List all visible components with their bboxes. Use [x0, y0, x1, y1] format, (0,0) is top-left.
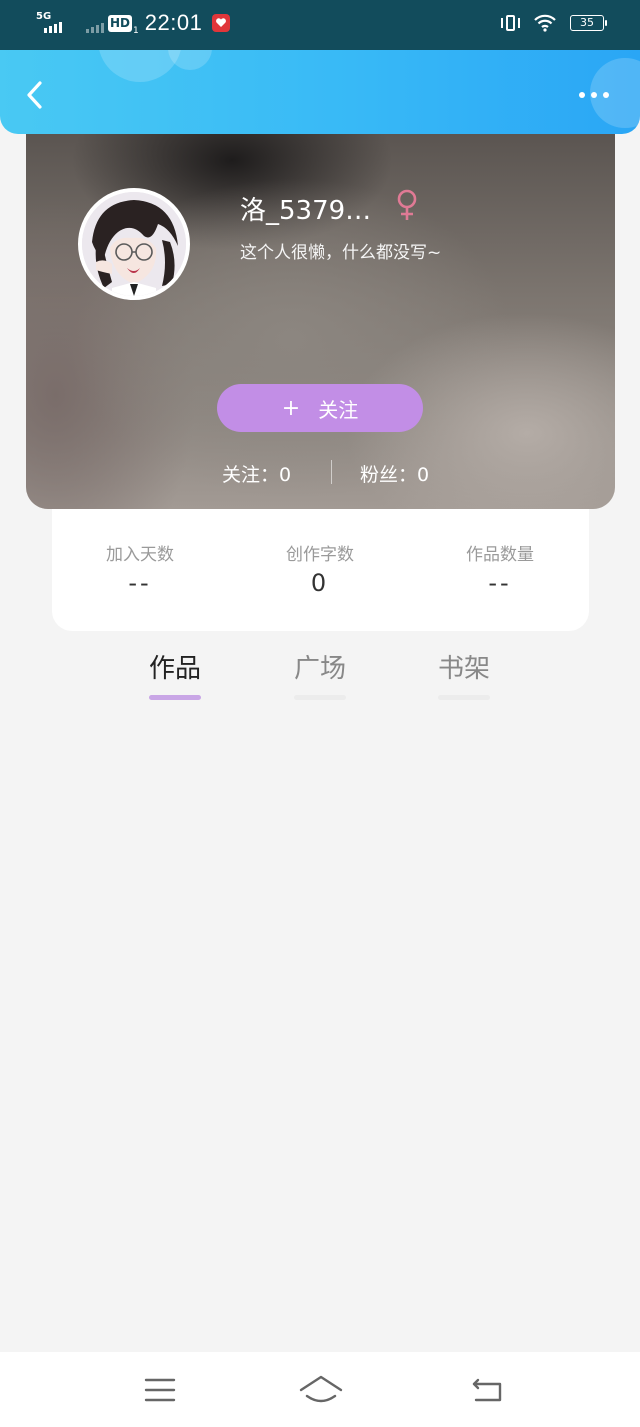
- tab-indicator: [149, 695, 201, 700]
- home-button[interactable]: [298, 1372, 344, 1408]
- follow-stats: 关注：0 粉丝：0: [26, 458, 615, 488]
- profile-card: 洛_5379… 这个人很懒，什么都没写~ + 关注 关注：0 粉丝：0: [26, 130, 615, 509]
- decor-bubble: [168, 50, 212, 70]
- vibrate-icon: [500, 14, 520, 32]
- menu-button[interactable]: [142, 1372, 182, 1408]
- stat-value: --: [128, 569, 152, 597]
- fans-count[interactable]: 粉丝：0: [360, 460, 429, 487]
- plus-icon: +: [281, 395, 301, 421]
- stat-value: 0: [310, 569, 330, 597]
- stat-word-count: 创作字数 0: [240, 540, 400, 597]
- wifi-icon: [534, 14, 556, 32]
- clock: 22:01: [144, 10, 203, 35]
- divider: [331, 460, 332, 484]
- home-icon: [299, 1375, 343, 1403]
- back-nav-button[interactable]: [470, 1372, 510, 1408]
- back-icon: [472, 1378, 502, 1402]
- username: 洛_5379…: [240, 196, 372, 226]
- tab-works[interactable]: 作品: [125, 648, 225, 700]
- tab-label: 广场: [293, 654, 346, 684]
- more-dots-icon: [579, 92, 585, 98]
- menu-icon: [144, 1378, 176, 1402]
- tab-label: 作品: [148, 654, 201, 684]
- notification-app-icon: [212, 14, 231, 32]
- stat-works-count: 作品数量 --: [420, 540, 580, 597]
- creator-stats-card: 加入天数 -- 创作字数 0 作品数量 --: [52, 500, 589, 631]
- signal-secondary-icon: [78, 11, 104, 35]
- tab-label: 书架: [437, 654, 490, 684]
- follow-button[interactable]: + 关注: [217, 384, 423, 432]
- battery-icon: 35: [570, 15, 607, 31]
- tab-bookshelf[interactable]: 书架: [414, 648, 514, 700]
- hd-sub-label: 1: [133, 26, 139, 36]
- follow-button-label: 关注: [318, 397, 359, 422]
- stat-value: --: [488, 569, 512, 597]
- top-app-bar: [0, 50, 640, 134]
- back-button[interactable]: [18, 78, 52, 112]
- signal-5g-icon: 5G: [36, 11, 70, 35]
- system-nav-bar: [0, 1352, 640, 1427]
- status-bar: 5G HD 1 22:01 35: [0, 0, 640, 50]
- stat-label: 创作字数: [286, 545, 354, 565]
- chevron-left-icon: [27, 81, 42, 109]
- tab-indicator: [438, 695, 490, 700]
- more-button[interactable]: [574, 88, 614, 102]
- status-left: 5G HD 1 22:01: [36, 10, 231, 36]
- tab-square[interactable]: 广场: [270, 648, 370, 700]
- content-tabs: 作品 广场 书架: [0, 648, 640, 708]
- stat-label: 加入天数: [106, 545, 174, 565]
- network-type: 5G: [36, 11, 52, 22]
- stat-label: 作品数量: [466, 545, 534, 565]
- profile-background: [26, 130, 615, 509]
- following-count[interactable]: 关注：0: [222, 460, 291, 487]
- avatar[interactable]: [78, 188, 190, 300]
- female-gender-icon: [394, 188, 420, 222]
- bio-text: 这个人很懒，什么都没写~: [240, 243, 442, 263]
- tab-indicator: [294, 695, 346, 700]
- stat-join-days: 加入天数 --: [60, 540, 220, 597]
- hd-badge: HD: [108, 14, 133, 32]
- status-right: 35: [500, 14, 607, 32]
